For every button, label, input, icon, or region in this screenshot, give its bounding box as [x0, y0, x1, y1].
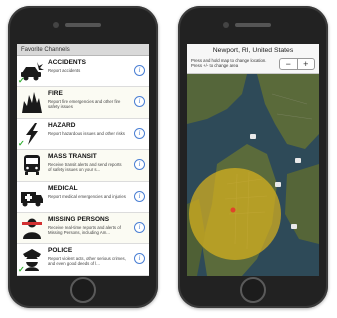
home-button[interactable] [70, 277, 96, 303]
info-icon[interactable]: i [134, 190, 145, 202]
channel-description: Report accidents [48, 68, 81, 73]
channel-list-screen: Favorite Channels ✓ ACCIDENTS Report acc… [17, 44, 149, 276]
location-pin-icon[interactable] [230, 207, 236, 213]
earpiece-speaker [65, 23, 101, 27]
map-screen: Newport, RI, United States Press and hol… [187, 44, 319, 276]
phone-right: Newport, RI, United States Press and hol… [178, 6, 328, 308]
channel-description: Report fire emergencies and other fire s… [48, 99, 121, 110]
fire-icon [22, 92, 42, 114]
channel-title: FIRE [48, 90, 63, 98]
bus-icon [24, 155, 40, 176]
map-marker[interactable] [291, 224, 297, 229]
phone-left: Favorite Channels ✓ ACCIDENTS Report acc… [8, 6, 158, 308]
channel-title: HAZARD [48, 121, 76, 129]
home-button[interactable] [240, 277, 266, 303]
channel-title: POLICE [48, 247, 73, 255]
info-icon[interactable]: i [134, 221, 145, 233]
info-icon[interactable]: i [134, 65, 145, 76]
location-title: Newport, RI, United States [212, 47, 294, 54]
zoom-control: − + [279, 58, 315, 70]
favorite-channels-header: Favorite Channels [17, 44, 149, 56]
channel-description: Report violent acts, other serious crime… [48, 256, 126, 267]
channel-description: Receive real-time reports and alerts of … [48, 224, 121, 235]
map-header: Newport, RI, United States Press and hol… [187, 44, 319, 74]
map-marker[interactable] [295, 158, 301, 163]
enabled-check-icon: ✓ [18, 139, 25, 149]
channel-row-police[interactable]: ✓ POLICE Report violent acts, other seri… [17, 244, 149, 276]
info-icon[interactable]: i [134, 253, 145, 265]
channel-row-accidents[interactable]: ✓ ACCIDENTS Report accidents i [17, 56, 149, 88]
enabled-check-icon: ✓ [18, 264, 25, 274]
channel-row-missing-persons[interactable]: MISSING PERSONS Receive real-time report… [17, 212, 149, 245]
info-icon[interactable]: i [134, 96, 145, 108]
missing-person-icon [22, 218, 42, 239]
ambulance-icon [21, 191, 43, 207]
channel-description: Receive transit alerts and send reports … [48, 162, 122, 173]
alert-radius-circle[interactable] [189, 168, 281, 260]
channel-row-hazard[interactable]: ✓ HAZARD Report hazardous issues and oth… [17, 118, 149, 151]
channel-row-mass-transit[interactable]: MASS TRANSIT Receive transit alerts and … [17, 150, 149, 182]
earpiece-speaker [235, 23, 271, 27]
channel-title: MEDICAL [48, 184, 78, 192]
channel-title: MASS TRANSIT [48, 153, 97, 161]
front-camera [53, 22, 59, 28]
zoom-in-button[interactable]: + [296, 59, 315, 69]
map-marker[interactable] [275, 182, 281, 187]
enabled-check-icon: ✓ [18, 76, 25, 86]
info-icon[interactable]: i [134, 127, 145, 139]
channel-title: MISSING PERSONS [48, 215, 110, 223]
channel-title: ACCIDENTS [48, 59, 86, 66]
info-icon[interactable]: i [134, 159, 145, 171]
map-hint-text: Press and hold map to change location. P… [191, 58, 267, 69]
channel-row-medical[interactable]: MEDICAL Report medical emergencies and i… [17, 181, 149, 213]
front-camera [223, 22, 229, 28]
channel-description: Report hazardous issues and other risks [48, 130, 125, 136]
map-marker[interactable] [250, 134, 256, 139]
zoom-out-button[interactable]: − [280, 59, 297, 69]
channel-row-fire[interactable]: FIRE Report fire emergencies and other f… [17, 87, 149, 119]
channel-description: Report medical emergencies and injuries [48, 193, 126, 199]
satellite-map[interactable] [187, 74, 319, 276]
